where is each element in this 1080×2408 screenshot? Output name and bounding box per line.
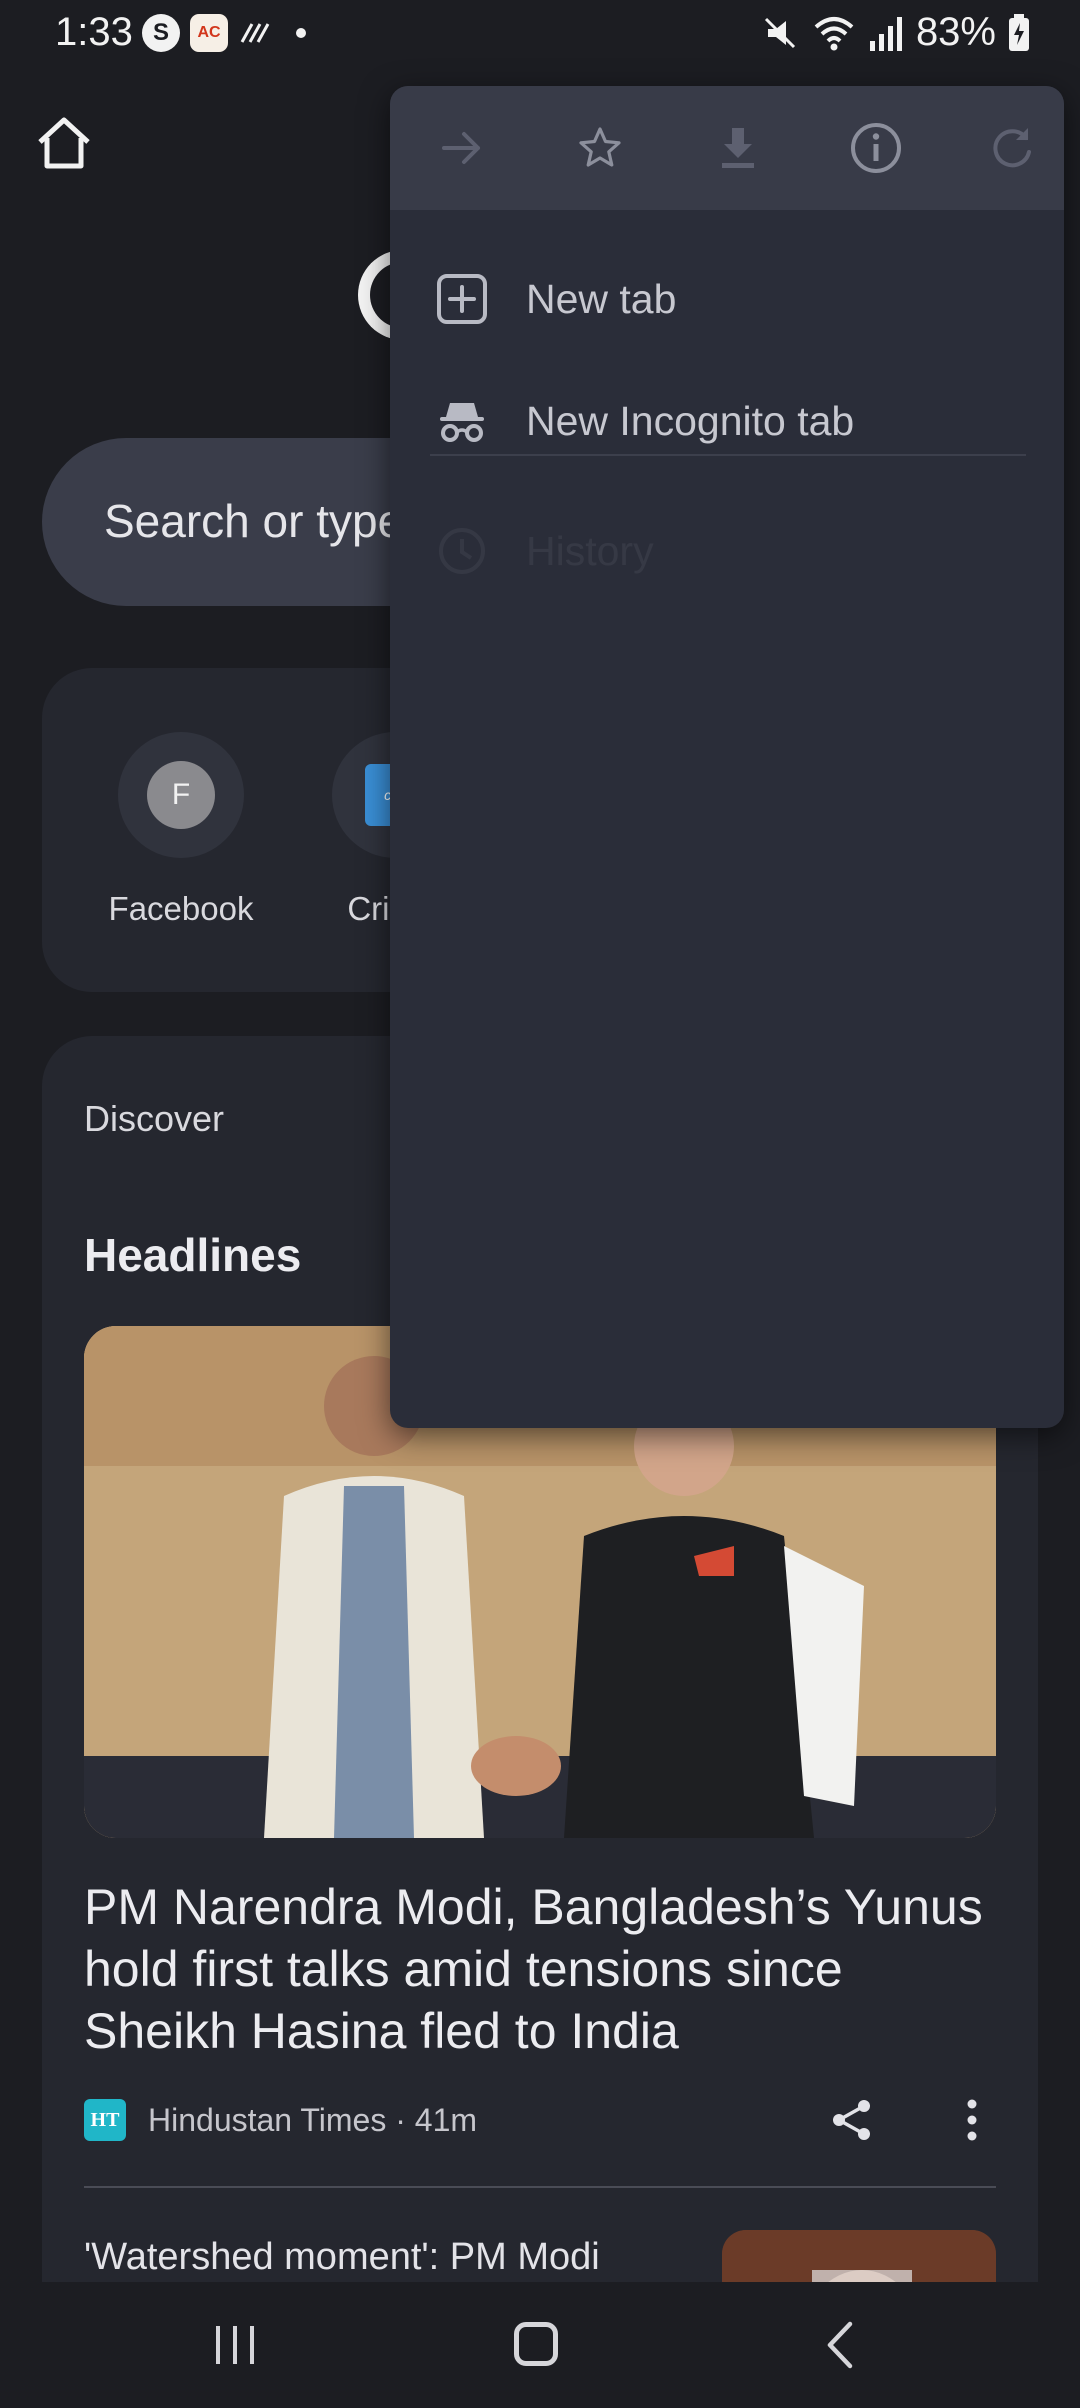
back-icon[interactable] (820, 2320, 860, 2370)
status-time: 1:33 (55, 10, 133, 54)
share-icon[interactable] (830, 2098, 874, 2142)
new-tab-icon (437, 274, 487, 324)
tally-icon (240, 23, 270, 43)
feed-divider (84, 2186, 996, 2188)
menu-item-label: New Incognito tab (526, 397, 855, 444)
status-bar: 1:33 S AC 83% (0, 0, 1080, 70)
menu-item-new-tab[interactable]: New tab (390, 244, 1064, 354)
next-article-title[interactable]: 'Watershed moment': PM Modi (84, 2236, 600, 2279)
more-notifications-dot (296, 28, 306, 38)
facebook-letter-icon: F (147, 761, 215, 829)
discover-title: Discover (84, 1098, 225, 1139)
article-source: Hindustan Times · 41m (148, 2101, 478, 2138)
system-nav-bar (0, 2282, 1080, 2408)
battery-percent: 83% (915, 10, 996, 54)
signal-icon (869, 16, 902, 51)
forward-icon (442, 132, 480, 164)
menu-item-label: New tab (526, 275, 677, 322)
refresh-icon (993, 128, 1031, 168)
menu-item-history[interactable]: History (390, 496, 1064, 606)
shortcut-label: Facebook (108, 890, 254, 927)
info-icon (851, 123, 901, 173)
bookmark-button[interactable] (572, 120, 628, 176)
refresh-button[interactable] (984, 120, 1040, 176)
page-info-button[interactable] (848, 120, 904, 176)
wifi-icon (814, 16, 854, 50)
forward-button[interactable] (434, 120, 490, 176)
s-app-icon: S (142, 14, 180, 52)
battery-icon (1009, 13, 1029, 51)
headlines-heading: Headlines (84, 1229, 302, 1281)
history-icon (439, 528, 485, 574)
bookmark-star-icon (579, 127, 621, 167)
download-button[interactable] (710, 120, 766, 176)
article-title[interactable]: PM Narendra Modi, Bangladesh’s Yunus hol… (84, 1876, 996, 2062)
home-icon[interactable] (32, 112, 96, 176)
notification-icons: S AC (142, 14, 306, 52)
hindustan-times-logo: HT (84, 2099, 126, 2141)
recent-apps-icon[interactable] (210, 2322, 260, 2368)
shortcut-facebook[interactable]: F Facebook (96, 732, 266, 928)
search-placeholder: Search or type (104, 495, 404, 547)
incognito-icon (440, 403, 484, 442)
article-meta: HT Hindustan Times · 41m (84, 2096, 996, 2144)
browser-overflow-menu: New tab New Incognito tab History (390, 86, 1064, 1428)
status-icons-right: 83% (760, 10, 1030, 55)
menu-divider (430, 454, 1026, 456)
menu-toolbar (390, 86, 1064, 210)
mute-icon (764, 17, 795, 48)
app-notification-icon: AC (190, 14, 228, 52)
shortcut-icon-circle: F (118, 732, 244, 858)
nav-home-icon[interactable] (514, 2322, 558, 2366)
menu-item-label: History (526, 527, 654, 574)
download-icon (722, 128, 754, 168)
menu-item-new-incognito-tab[interactable]: New Incognito tab (390, 366, 1064, 476)
more-options-icon[interactable] (964, 2098, 980, 2142)
